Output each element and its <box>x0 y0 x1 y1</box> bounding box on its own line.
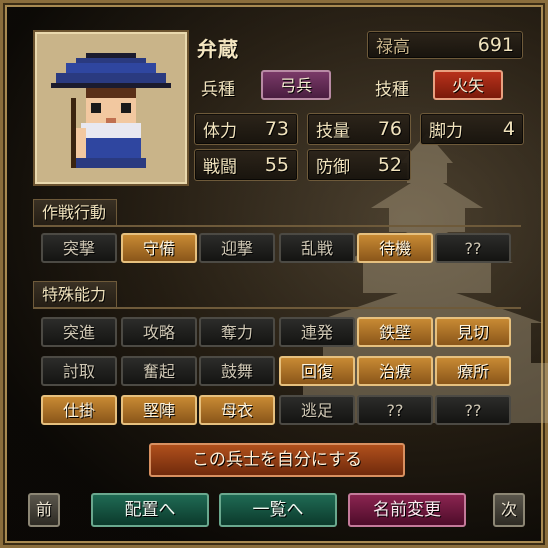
ability-button[interactable]: 突進 <box>41 317 117 347</box>
salary-value: 691 <box>477 34 514 56</box>
tactics-section-title: 作戦行動 <box>33 199 118 226</box>
skill-type-badge: 火矢 <box>433 70 503 100</box>
skill-type-label: 技種 <box>375 80 409 100</box>
stat-label: 技量 <box>316 121 350 142</box>
prev-button[interactable]: 前 <box>28 493 60 527</box>
ability-button[interactable]: 見切 <box>435 317 511 347</box>
salary-label: 禄高 <box>376 37 410 58</box>
ability-button[interactable]: 逃足 <box>279 395 355 425</box>
unit-status-window: 弁蔵 禄高 691 兵種 弓兵 技種 火矢 体力 73 技量 76 脚力 4 戦… <box>0 0 548 548</box>
next-button[interactable]: 次 <box>493 493 525 527</box>
unit-portrait <box>33 30 189 186</box>
stat-attack: 戦闘 55 <box>194 149 298 181</box>
salary-panel: 禄高 691 <box>367 31 523 59</box>
tactic-button[interactable]: 乱戦 <box>279 233 355 263</box>
stat-value: 73 <box>264 118 289 140</box>
ability-button[interactable]: 回復 <box>279 356 355 386</box>
abilities-divider <box>33 307 521 309</box>
tactic-button[interactable]: 迎撃 <box>199 233 275 263</box>
rename-button[interactable]: 名前変更 <box>348 493 466 527</box>
stat-label: 体力 <box>203 121 237 142</box>
stat-speed: 脚力 4 <box>420 113 524 145</box>
stat-value: 76 <box>377 118 402 140</box>
tactics-divider <box>33 225 521 227</box>
ability-button[interactable]: 奮起 <box>121 356 197 386</box>
unit-name: 弁蔵 <box>197 37 239 61</box>
stat-skill: 技量 76 <box>307 113 411 145</box>
stat-label: 防御 <box>316 157 350 178</box>
stat-label: 脚力 <box>429 121 463 142</box>
unit-type-label: 兵種 <box>201 80 235 100</box>
ability-button[interactable]: 鼓舞 <box>199 356 275 386</box>
ability-button[interactable]: ?? <box>435 395 511 425</box>
tactic-button[interactable]: 待機 <box>357 233 433 263</box>
abilities-section-title: 特殊能力 <box>33 281 118 308</box>
tactic-button[interactable]: ?? <box>435 233 511 263</box>
ability-button[interactable]: ?? <box>357 395 433 425</box>
stat-hp: 体力 73 <box>194 113 298 145</box>
stat-defense: 防御 52 <box>307 149 411 181</box>
stat-label: 戦闘 <box>203 157 237 178</box>
ability-button[interactable]: 治療 <box>357 356 433 386</box>
deploy-button[interactable]: 配置へ <box>91 493 209 527</box>
stat-value: 4 <box>502 118 515 140</box>
make-own-soldier-button[interactable]: この兵士を自分にする <box>149 443 405 477</box>
stat-value: 55 <box>264 154 289 176</box>
stat-value: 52 <box>377 154 402 176</box>
ability-button[interactable]: 討取 <box>41 356 117 386</box>
tactic-button[interactable]: 守備 <box>121 233 197 263</box>
unit-type-badge: 弓兵 <box>261 70 331 100</box>
list-button[interactable]: 一覧へ <box>219 493 337 527</box>
ability-button[interactable]: 仕掛 <box>41 395 117 425</box>
ability-button[interactable]: 連発 <box>279 317 355 347</box>
archer-pixel-portrait-icon <box>51 53 171 168</box>
ability-button[interactable]: 母衣 <box>199 395 275 425</box>
ability-button[interactable]: 攻略 <box>121 317 197 347</box>
ability-button[interactable]: 鉄壁 <box>357 317 433 347</box>
ability-button[interactable]: 堅陣 <box>121 395 197 425</box>
ability-button[interactable]: 奪力 <box>199 317 275 347</box>
ability-button[interactable]: 療所 <box>435 356 511 386</box>
tactic-button[interactable]: 突撃 <box>41 233 117 263</box>
